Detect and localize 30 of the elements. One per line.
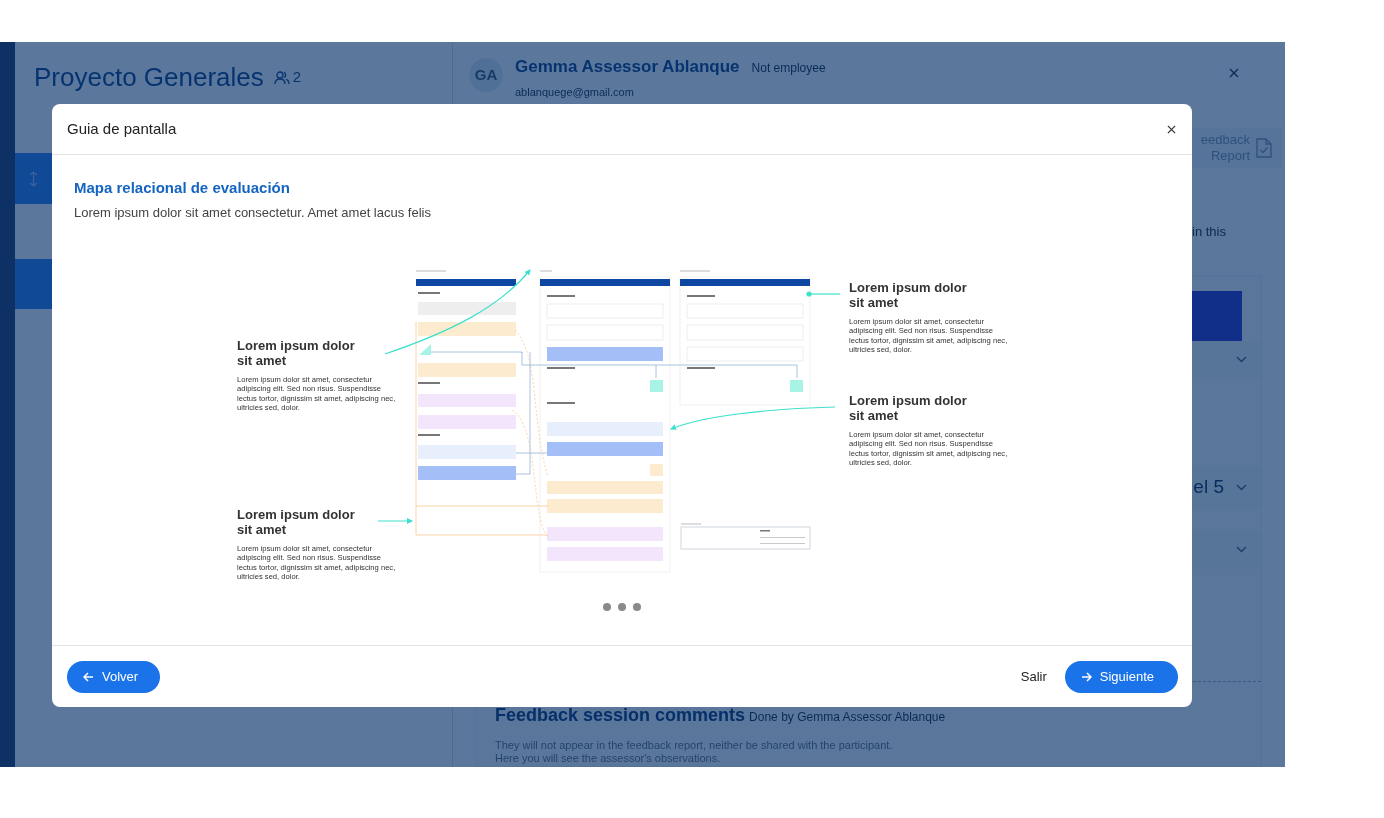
back-button[interactable]: Volver xyxy=(67,660,161,693)
email-text: ablanquege@gmail.com xyxy=(515,84,635,100)
close-icon xyxy=(1229,67,1239,78)
avatar: GA xyxy=(469,58,503,92)
member-count: 2 xyxy=(292,67,302,88)
next-button[interactable]: Siguiente xyxy=(1064,660,1178,693)
employment-status: Not employee xyxy=(751,61,826,75)
author-text: Done by Gemma Assessor Ablanque xyxy=(749,709,946,724)
close-icon xyxy=(1167,125,1176,135)
exit-button[interactable]: Salir xyxy=(1016,662,1051,691)
chevron-down-icon xyxy=(1236,483,1247,491)
arrow-right-icon xyxy=(1080,671,1092,682)
intro-text: in this xyxy=(1192,223,1226,241)
section-title: Feedback session comments xyxy=(495,704,746,725)
person-name: Gemma Assessor Ablanque xyxy=(515,57,740,76)
arrow-left-icon xyxy=(83,671,94,682)
callout-title: Lorem ipsum dolor sit amet xyxy=(849,393,968,423)
dialog-title: Guia de pantalla xyxy=(67,118,177,139)
callout-title: Lorem ipsum dolor sit amet xyxy=(237,507,356,537)
guide-subtitle: Lorem ipsum dolor sit amet consectetur. Amet amet lacus felis xyxy=(74,203,432,222)
pagination-dots-icon xyxy=(603,603,641,611)
callout-title: Lorem ipsum dolor sit amet xyxy=(849,280,968,310)
chevron-down-icon xyxy=(1236,356,1247,363)
callout-title: Lorem ipsum dolor sit amet xyxy=(237,338,356,368)
people-icon xyxy=(273,70,290,85)
project-title: Proyecto Generales xyxy=(34,61,264,94)
sort-icon xyxy=(29,170,38,187)
chevron-down-icon xyxy=(1236,546,1247,553)
guide-heading: Mapa relacional de evaluación xyxy=(74,178,291,198)
document-check-icon xyxy=(1256,138,1272,158)
